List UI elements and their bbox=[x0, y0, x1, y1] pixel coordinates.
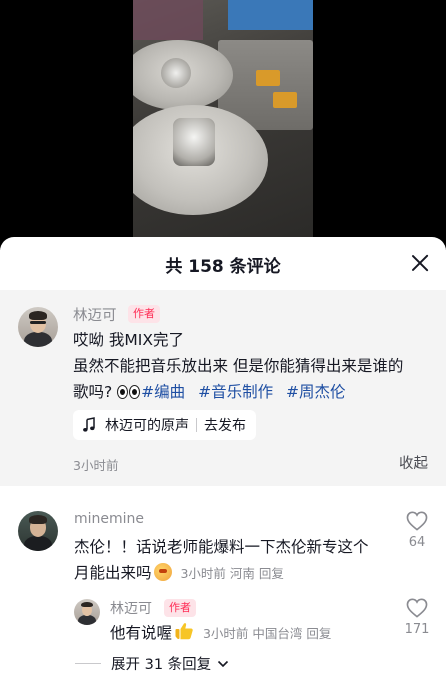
comment-author-name[interactable]: 林迈可 bbox=[73, 304, 117, 325]
video-panel-button bbox=[256, 70, 280, 86]
comment-line: 月能出来吗 3小时前 河南 回复 bbox=[74, 560, 394, 587]
hashtag-link[interactable]: #周杰伦 bbox=[286, 383, 346, 401]
eye-glyph bbox=[117, 385, 129, 399]
chip-divider bbox=[196, 418, 197, 432]
original-sound-chip[interactable]: 林迈可的原声 去发布 bbox=[73, 410, 256, 440]
original-sound-label[interactable]: 林迈可的原声 bbox=[105, 415, 189, 435]
tape-reel-hub-top bbox=[161, 58, 191, 88]
thumbs-up-emoji bbox=[175, 623, 193, 640]
like-count: 171 bbox=[404, 622, 430, 637]
avatar-body bbox=[24, 331, 52, 347]
comment-line: 哎呦 我MIX完了 bbox=[73, 331, 184, 349]
avatar[interactable] bbox=[18, 307, 58, 347]
avatar[interactable] bbox=[18, 511, 58, 551]
author-badge: 作者 bbox=[128, 305, 160, 323]
reply-meta: 3小时前 中国台湾 回复 bbox=[203, 626, 331, 641]
reply-button[interactable]: 回复 bbox=[259, 566, 284, 581]
avatar-glasses bbox=[30, 320, 46, 324]
reply-button[interactable]: 回复 bbox=[306, 626, 331, 641]
video-bg-detail bbox=[133, 0, 203, 40]
tape-reel-hub-bottom bbox=[173, 118, 215, 166]
avatar-body bbox=[77, 615, 97, 625]
avatar[interactable] bbox=[74, 599, 100, 625]
pinned-author-comment: 林迈可 作者 哎呦 我MIX完了 虽然不能把音乐放出来 但是你能猜得出来是谁的 … bbox=[0, 290, 446, 486]
comment-time-location: 3小时前 河南 bbox=[180, 566, 255, 581]
comment-sheet: 共 158 条评论 林迈可 作者 哎呦 我MIX完了 虽然不能把音乐放出来 但是… bbox=[0, 237, 446, 690]
like-count: 64 bbox=[408, 535, 426, 550]
like-button[interactable]: 171 bbox=[395, 598, 439, 637]
eyes-emoji bbox=[117, 381, 141, 407]
avatar-body bbox=[24, 535, 52, 551]
music-note-icon bbox=[83, 417, 95, 432]
comment-count-title: 共 158 条评论 bbox=[165, 257, 281, 277]
hashtag-link[interactable]: #音乐制作 bbox=[198, 383, 273, 401]
reply-author-name[interactable]: 林迈可 bbox=[110, 598, 152, 618]
author-badge: 作者 bbox=[164, 599, 196, 617]
eye-glyph bbox=[129, 385, 141, 399]
publish-button[interactable]: 去发布 bbox=[204, 415, 246, 435]
video-frame-tape-machine bbox=[133, 0, 313, 250]
cat-emoji bbox=[153, 563, 172, 581]
comment-line: 杰伦！！话说老师能爆料一下杰伦新专这个 bbox=[74, 538, 369, 556]
chevron-down-icon bbox=[218, 660, 229, 667]
close-icon[interactable] bbox=[410, 253, 430, 273]
reply-text-content: 他有说喔 bbox=[110, 624, 173, 642]
video-monitor-detail bbox=[228, 0, 313, 30]
comment-timestamp: 3小时前 bbox=[73, 458, 119, 473]
comment-line: 虽然不能把音乐放出来 但是你能猜得出来是谁的 bbox=[73, 357, 404, 375]
collapse-button[interactable]: 收起 bbox=[399, 452, 428, 473]
avatar-hair bbox=[81, 601, 93, 608]
hashtag-link[interactable]: #编曲 bbox=[141, 383, 185, 401]
avatar-hair bbox=[29, 311, 47, 320]
heart-outline-icon bbox=[406, 598, 428, 618]
comment-line: 歌吗? #编曲 #音乐制作 #周杰伦 bbox=[73, 379, 433, 407]
comment-text: 杰伦！！话说老师能爆料一下杰伦新专这个 月能出来吗 3小时前 河南 回复 bbox=[74, 534, 394, 587]
comment-line-text: 月能出来吗 bbox=[74, 564, 152, 582]
reply-time-location: 3小时前 中国台湾 bbox=[202, 626, 303, 641]
video-player[interactable] bbox=[0, 0, 446, 250]
reply-text: 他有说喔 3小时前 中国台湾 回复 bbox=[110, 620, 400, 647]
comment-line-prefix: 歌吗? bbox=[73, 383, 113, 401]
avatar-hair bbox=[29, 515, 47, 524]
heart-outline-icon bbox=[406, 511, 428, 531]
comment-meta: 3小时前 河南 回复 bbox=[180, 566, 283, 581]
expand-divider bbox=[75, 663, 101, 664]
comment-sheet-header: 共 158 条评论 bbox=[0, 237, 446, 289]
expand-replies-label[interactable]: 展开 31 条回复 bbox=[111, 653, 211, 674]
comment-text: 哎呦 我MIX完了 虽然不能把音乐放出来 但是你能猜得出来是谁的 歌吗? #编曲… bbox=[73, 327, 433, 407]
expand-replies-button[interactable]: 展开 31 条回复 bbox=[75, 653, 229, 674]
like-button[interactable]: 64 bbox=[395, 511, 439, 550]
comment-username[interactable]: minemine bbox=[74, 511, 144, 527]
video-panel-button bbox=[273, 92, 297, 108]
